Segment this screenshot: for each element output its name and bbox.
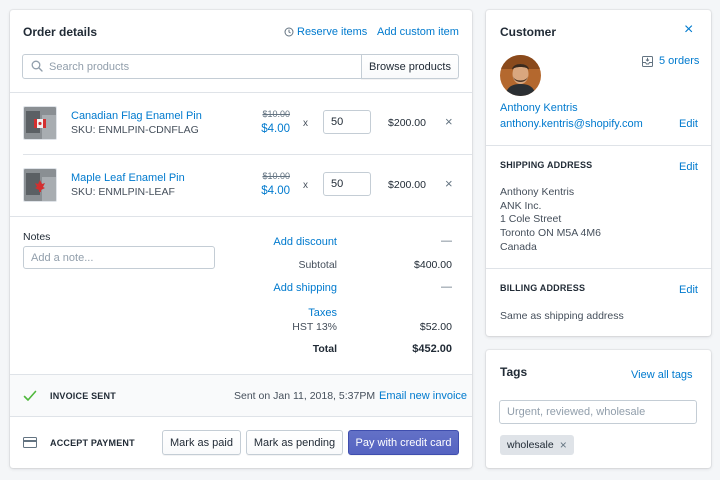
line-item: Maple Leaf Enamel Pin SKU: ENMLPIN-LEAF … — [10, 155, 472, 216]
mark-as-pending-button[interactable]: Mark as pending — [246, 430, 343, 455]
discount-value: — — [441, 235, 452, 247]
tags-card: Tags View all tags wholesale × — [486, 350, 711, 468]
remove-icon[interactable]: × — [445, 176, 453, 191]
order-details-title: Order details — [23, 25, 98, 39]
shipping-value: — — [441, 281, 452, 293]
mark-as-paid-button[interactable]: Mark as paid — [162, 430, 241, 455]
total-label: Total — [312, 343, 337, 355]
customer-orders-label: 5 orders — [659, 55, 700, 67]
address-line: Canada — [500, 240, 537, 253]
avatar — [500, 55, 541, 96]
search-input[interactable] — [22, 54, 362, 79]
address-line: Anthony Kentris — [500, 186, 575, 198]
customer-title: Customer — [500, 25, 557, 39]
tag-label: wholesale — [507, 439, 554, 451]
line-total: $200.00 — [388, 117, 426, 129]
search-icon — [31, 60, 43, 72]
line-total: $200.00 — [388, 179, 426, 191]
remove-tag-icon[interactable]: × — [560, 438, 567, 452]
invoice-sent-date: Sent on Jan 11, 2018, 5:37PM — [234, 390, 376, 402]
billing-address-title: BILLING ADDRESS — [500, 283, 586, 293]
subtotal-label: Subtotal — [298, 259, 337, 271]
total-value: $452.00 — [412, 343, 452, 355]
checkmark-icon — [23, 390, 37, 401]
customer-orders-link[interactable]: 5 orders — [642, 55, 699, 67]
discounted-price[interactable]: $4.00 — [250, 123, 290, 135]
product-thumbnail — [23, 106, 57, 140]
quantity-input[interactable] — [323, 110, 371, 134]
reserve-items-link[interactable]: Reserve items — [284, 26, 367, 38]
line-item: Canadian Flag Enamel Pin SKU: ENMLPIN-CD… — [10, 93, 472, 154]
order-details-card: Order details Reserve items Add custom i… — [10, 10, 472, 468]
browse-products-button[interactable]: Browse products — [361, 54, 459, 79]
tag-chip: wholesale × — [500, 435, 574, 455]
reserve-items-label: Reserve items — [297, 26, 368, 38]
orders-icon — [642, 55, 653, 67]
notes-input[interactable] — [23, 246, 215, 269]
view-all-tags-link[interactable]: View all tags — [631, 369, 693, 381]
credit-card-icon — [23, 437, 37, 448]
customer-card: Customer × 5 orders Anthony Kentris anth… — [486, 10, 711, 336]
billing-address-edit-link[interactable]: Edit — [679, 284, 698, 296]
discounted-price[interactable]: $4.00 — [250, 185, 290, 197]
add-shipping-link[interactable]: Add shipping — [237, 282, 337, 294]
subtotal-value: $400.00 — [414, 259, 452, 271]
remove-icon[interactable]: × — [445, 114, 453, 129]
address-line: 1 Cole Street — [500, 213, 562, 226]
tags-input[interactable] — [499, 400, 697, 424]
clock-icon — [284, 27, 294, 37]
pay-with-credit-card-button[interactable]: Pay with credit card — [348, 430, 459, 455]
product-name[interactable]: Canadian Flag Enamel Pin — [71, 110, 202, 122]
customer-email[interactable]: anthony.kentris@shopify.com — [500, 118, 643, 130]
close-icon[interactable]: × — [684, 22, 693, 38]
original-price: $10.00 — [262, 171, 290, 181]
product-sku: SKU: ENMLPIN-LEAF — [71, 186, 175, 198]
customer-edit-link[interactable]: Edit — [679, 118, 698, 130]
tax-value: $52.00 — [419, 321, 452, 333]
shipping-address-edit-link[interactable]: Edit — [679, 161, 698, 173]
times-sign: x — [303, 118, 308, 129]
product-name[interactable]: Maple Leaf Enamel Pin — [71, 172, 185, 184]
original-price: $10.00 — [262, 109, 290, 119]
add-discount-link[interactable]: Add discount — [237, 236, 337, 248]
product-search: Browse products — [22, 54, 459, 79]
address-line: Toronto ON M5A 4M6 — [500, 227, 601, 240]
notes-label: Notes — [23, 231, 51, 243]
shipping-address-title: SHIPPING ADDRESS — [500, 160, 593, 170]
product-sku: SKU: ENMLPIN-CDNFLAG — [71, 124, 199, 136]
taxes-link[interactable]: Taxes — [237, 307, 337, 319]
invoice-status: INVOICE SENT — [50, 391, 116, 401]
product-thumbnail — [23, 168, 57, 202]
tax-name: HST 13% — [292, 321, 337, 333]
quantity-input[interactable] — [323, 172, 371, 196]
shipping-address: Anthony Kentris ANK Inc. 1 Cole Street T… — [500, 186, 601, 255]
address-line: ANK Inc. — [500, 199, 542, 212]
invoice-section: INVOICE SENT Sent on Jan 11, 2018, 5:37P… — [10, 375, 472, 416]
email-new-invoice-link[interactable]: Email new invoice — [379, 390, 467, 402]
times-sign: x — [303, 180, 308, 191]
tags-title: Tags — [500, 365, 528, 379]
customer-name[interactable]: Anthony Kentris — [500, 102, 578, 114]
accept-payment-label: ACCEPT PAYMENT — [50, 438, 135, 448]
billing-address-text: Same as shipping address — [500, 310, 624, 322]
add-custom-item-link[interactable]: Add custom item — [377, 26, 459, 38]
